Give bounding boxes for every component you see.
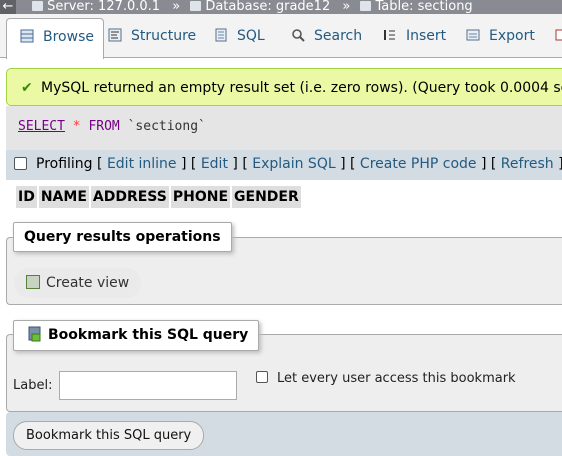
profiling-bar: Profiling [ Edit inline ] [ Edit ] [ Exp…	[6, 150, 562, 180]
bookmark-legend-text: Bookmark this SQL query	[48, 327, 249, 343]
structure-icon	[108, 28, 122, 42]
bookmark-icon	[28, 326, 41, 342]
query-results-operations-legend: Query results operations	[13, 222, 232, 252]
bracket: ] [	[232, 156, 248, 172]
bookmark-submit-button[interactable]: Bookmark this SQL query	[13, 421, 205, 450]
tab-insert[interactable]: Insert	[383, 18, 446, 58]
tab-search-label[interactable]: Search	[314, 28, 362, 44]
bookmark-label-text: Label:	[13, 378, 53, 393]
bracket: ] [	[480, 156, 497, 172]
bracket: [	[97, 156, 103, 172]
breadcrumb-database[interactable]: Database: grade12	[190, 0, 330, 14]
server-icon	[32, 1, 44, 11]
breadcrumb-server-label[interactable]: Server: 127.0.0.1	[47, 0, 160, 14]
column-header-address[interactable]: ADDRESS	[90, 186, 169, 208]
edit-inline-link[interactable]: Edit inline	[107, 156, 177, 172]
tab-insert-label[interactable]: Insert	[406, 28, 446, 44]
tab-browse[interactable]: Browse	[6, 18, 104, 59]
bracket: ] [	[340, 156, 356, 172]
column-header-phone[interactable]: PHONE	[170, 186, 231, 208]
import-icon	[555, 29, 562, 41]
sql-table-name: `sectiong`	[127, 119, 206, 134]
profiling-label: Profiling	[36, 156, 93, 172]
tab-bar: Browse Structure SQL Search Insert Expor…	[0, 14, 562, 59]
tab-structure[interactable]: Structure	[108, 18, 196, 58]
browse-icon	[20, 29, 34, 43]
tab-export[interactable]: Export	[466, 18, 535, 58]
sql-keyword-select[interactable]: SELECT	[18, 119, 65, 134]
table-icon	[360, 1, 372, 11]
tab-structure-label[interactable]: Structure	[131, 28, 196, 44]
create-view-button[interactable]: Create view	[14, 268, 142, 298]
column-header-gender[interactable]: GENDER	[232, 186, 301, 208]
column-header-name[interactable]: NAME	[38, 186, 89, 208]
column-header-id[interactable]: ID	[16, 186, 37, 208]
back-arrow-icon[interactable]: ←	[0, 0, 16, 14]
bookmark-label-input[interactable]	[59, 371, 237, 400]
create-view-icon	[26, 275, 40, 289]
insert-icon	[384, 30, 395, 40]
breadcrumb-separator: »	[342, 0, 351, 14]
bracket: ] [	[181, 156, 197, 172]
breadcrumb-server[interactable]: Server: 127.0.0.1	[32, 0, 160, 14]
breadcrumb-table-label[interactable]: Table: sectiong	[375, 0, 472, 14]
results-header-row: ID NAME ADDRESS PHONE GENDER	[16, 186, 301, 208]
bracket: ]	[558, 156, 562, 172]
success-message-text: MySQL returned an empty result set (i.e.…	[41, 80, 562, 96]
sql-keyword-from: FROM	[88, 119, 120, 134]
refresh-link[interactable]: Refresh	[501, 156, 554, 172]
every-user-checkbox[interactable]	[256, 371, 268, 383]
bookmark-legend: Bookmark this SQL query	[13, 320, 260, 351]
profiling-checkbox[interactable]	[14, 157, 27, 170]
explain-sql-link[interactable]: Explain SQL	[252, 156, 335, 172]
results-table: ID NAME ADDRESS PHONE GENDER	[14, 186, 303, 208]
search-icon	[292, 29, 305, 42]
create-php-code-link[interactable]: Create PHP code	[360, 156, 477, 172]
sql-icon	[215, 28, 227, 42]
breadcrumb-separator: »	[172, 0, 181, 14]
every-user-option[interactable]: Let every user access this bookmark	[256, 371, 516, 386]
tab-sql[interactable]: SQL	[214, 18, 265, 58]
export-icon	[466, 29, 480, 41]
edit-link[interactable]: Edit	[201, 156, 228, 172]
tab-export-label[interactable]: Export	[489, 28, 535, 44]
tab-search[interactable]: Search	[291, 18, 362, 58]
sql-query-box: SELECT * FROM `sectiong`	[6, 106, 562, 150]
tab-more[interactable]	[555, 18, 562, 58]
breadcrumb-table[interactable]: Table: sectiong	[360, 0, 473, 14]
sql-star: *	[72, 119, 81, 134]
breadcrumb-database-label[interactable]: Database: grade12	[205, 0, 330, 14]
success-check-icon: ✔	[21, 80, 33, 96]
breadcrumb: ← Server: 127.0.0.1 » Database: grade12 …	[0, 0, 562, 14]
database-icon	[190, 1, 202, 11]
every-user-label[interactable]: Let every user access this bookmark	[277, 371, 516, 386]
tab-browse-label[interactable]: Browse	[43, 29, 94, 45]
tab-sql-label[interactable]: SQL	[237, 28, 265, 44]
create-view-label[interactable]: Create view	[46, 275, 129, 291]
success-message: ✔ MySQL returned an empty result set (i.e…	[6, 68, 562, 106]
